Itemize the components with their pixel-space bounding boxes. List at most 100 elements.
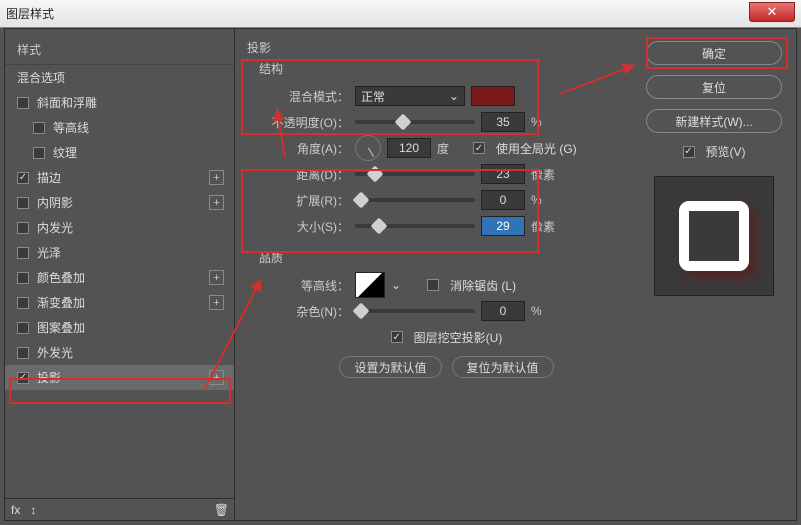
label-size: 大小(S)： — [259, 218, 349, 235]
label-blend-mode: 混合模式： — [259, 88, 349, 105]
opacity-slider[interactable] — [355, 120, 475, 124]
knockout-checkbox[interactable] — [391, 331, 403, 343]
blend-options-label: 混合选项 — [17, 69, 65, 86]
unit-percent: % — [531, 115, 561, 129]
sidebar-item-inner-glow[interactable]: 内发光 — [5, 215, 234, 240]
unit-percent: % — [531, 193, 561, 207]
window-title: 图层样式 — [6, 5, 54, 22]
reset-button[interactable]: 复位 — [646, 75, 782, 99]
label-antialias: 消除锯齿 (L) — [450, 277, 516, 294]
opacity-input[interactable]: 35 — [481, 112, 525, 132]
reset-default-button[interactable]: 复位为默认值 — [452, 356, 554, 378]
preview-box — [654, 176, 774, 296]
add-icon[interactable]: + — [209, 170, 224, 185]
checkbox-icon[interactable] — [17, 372, 29, 384]
preview-row: 预览(V) — [646, 143, 782, 160]
section-title: 投影 — [247, 39, 646, 56]
angle-dial[interactable] — [355, 135, 381, 161]
ok-button[interactable]: 确定 — [646, 41, 782, 65]
checkbox-icon[interactable] — [17, 297, 29, 309]
row-angle: 角度(A)： 120 度 使用全局光 (G) — [259, 135, 634, 161]
row-contour: 等高线： ⌄ 消除锯齿 (L) — [259, 272, 634, 298]
unit-degree: 度 — [437, 140, 467, 157]
sidebar-item-texture[interactable]: 纹理 — [5, 140, 234, 165]
checkbox-icon[interactable] — [17, 272, 29, 284]
label-distance: 距离(D)： — [259, 166, 349, 183]
unit-percent: % — [531, 304, 561, 318]
noise-input[interactable]: 0 — [481, 301, 525, 321]
add-icon[interactable]: + — [209, 295, 224, 310]
label-spread: 扩展(R)： — [259, 192, 349, 209]
sidebar-item-outer-glow[interactable]: 外发光 — [5, 340, 234, 365]
checkbox-icon[interactable] — [17, 347, 29, 359]
new-style-button[interactable]: 新建样式(W)... — [646, 109, 782, 133]
trash-icon[interactable]: 🗑 — [214, 503, 229, 517]
checkbox-icon[interactable] — [17, 97, 29, 109]
add-icon[interactable]: + — [209, 370, 224, 385]
sidebar-item-stroke[interactable]: 描边+ — [5, 165, 234, 190]
sidebar-blend-options[interactable]: 混合选项 — [5, 65, 234, 90]
unit-px: 像素 — [531, 166, 561, 183]
blend-mode-select[interactable]: 正常⌄ — [355, 86, 465, 106]
checkbox-icon[interactable] — [33, 122, 45, 134]
row-knockout: 图层挖空投影(U) — [259, 324, 634, 350]
angle-input[interactable]: 120 — [387, 138, 431, 158]
sidebar-item-bevel[interactable]: 斜面和浮雕 — [5, 90, 234, 115]
add-icon[interactable]: + — [209, 195, 224, 210]
arrows-icon[interactable]: ↕ — [30, 503, 36, 517]
label-opacity: 不透明度(O)： — [259, 114, 349, 131]
sidebar-item-inner-shadow[interactable]: 内阴影+ — [5, 190, 234, 215]
color-swatch[interactable] — [471, 86, 515, 106]
checkbox-icon[interactable] — [17, 322, 29, 334]
label-contour: 等高线： — [259, 277, 349, 294]
chevron-down-icon[interactable]: ⌄ — [391, 278, 401, 292]
add-icon[interactable]: + — [209, 270, 224, 285]
sidebar-item-pattern-overlay[interactable]: 图案叠加 — [5, 315, 234, 340]
spread-slider[interactable] — [355, 198, 475, 202]
sidebar-header: 样式 — [5, 35, 234, 65]
preview-swatch — [679, 201, 749, 271]
checkbox-icon[interactable] — [17, 247, 29, 259]
preview-checkbox[interactable] — [683, 146, 695, 158]
sidebar-statusbar: fx ↕ 🗑 — [5, 498, 235, 520]
default-buttons-row: 设置为默认值 复位为默认值 — [259, 356, 634, 378]
size-input[interactable]: 29 — [481, 216, 525, 236]
set-default-button[interactable]: 设置为默认值 — [339, 356, 441, 378]
contour-picker[interactable] — [355, 272, 385, 298]
group-structure: 结构 混合模式： 正常⌄ 不透明度(O)： 35 % 角度(A)： 120 度 — [259, 60, 634, 239]
size-slider[interactable] — [355, 224, 475, 228]
group-quality: 品质 等高线： ⌄ 消除锯齿 (L) 杂色(N)： 0 % 图层挖空投影(U) — [259, 249, 634, 378]
close-button[interactable]: ✕ — [749, 2, 795, 22]
global-light-checkbox[interactable] — [473, 142, 485, 154]
antialias-checkbox[interactable] — [427, 279, 439, 291]
unit-px: 像素 — [531, 218, 561, 235]
label-angle: 角度(A)： — [259, 140, 349, 157]
row-noise: 杂色(N)： 0 % — [259, 298, 634, 324]
checkbox-icon[interactable] — [33, 147, 45, 159]
checkbox-icon[interactable] — [17, 172, 29, 184]
checkbox-icon[interactable] — [17, 222, 29, 234]
chevron-down-icon: ⌄ — [449, 89, 459, 103]
checkbox-icon[interactable] — [17, 197, 29, 209]
spread-input[interactable]: 0 — [481, 190, 525, 210]
noise-slider[interactable] — [355, 309, 475, 313]
row-distance: 距离(D)： 23 像素 — [259, 161, 634, 187]
right-column: 确定 复位 新建样式(W)... 预览(V) — [646, 29, 796, 520]
label-knockout: 图层挖空投影(U) — [414, 329, 503, 346]
sidebar-item-satin[interactable]: 光泽 — [5, 240, 234, 265]
distance-slider[interactable] — [355, 172, 475, 176]
fx-icon[interactable]: fx — [11, 503, 20, 517]
sidebar-item-drop-shadow[interactable]: 投影+ — [5, 365, 234, 390]
sidebar-item-contour[interactable]: 等高线 — [5, 115, 234, 140]
row-blend-mode: 混合模式： 正常⌄ — [259, 83, 634, 109]
title-bar: 图层样式 ✕ — [0, 0, 801, 28]
dialog-panel: 样式 混合选项 斜面和浮雕 等高线 纹理 描边+ 内阴影+ 内发光 光泽 颜色叠… — [4, 28, 797, 521]
row-spread: 扩展(R)： 0 % — [259, 187, 634, 213]
sidebar-item-color-overlay[interactable]: 颜色叠加+ — [5, 265, 234, 290]
label-noise: 杂色(N)： — [259, 303, 349, 320]
sidebar-item-gradient-overlay[interactable]: 渐变叠加+ — [5, 290, 234, 315]
group-quality-title: 品质 — [259, 249, 634, 266]
row-opacity: 不透明度(O)： 35 % — [259, 109, 634, 135]
main-options: 投影 结构 混合模式： 正常⌄ 不透明度(O)： 35 % 角度(A)： 120 — [235, 29, 646, 520]
distance-input[interactable]: 23 — [481, 164, 525, 184]
